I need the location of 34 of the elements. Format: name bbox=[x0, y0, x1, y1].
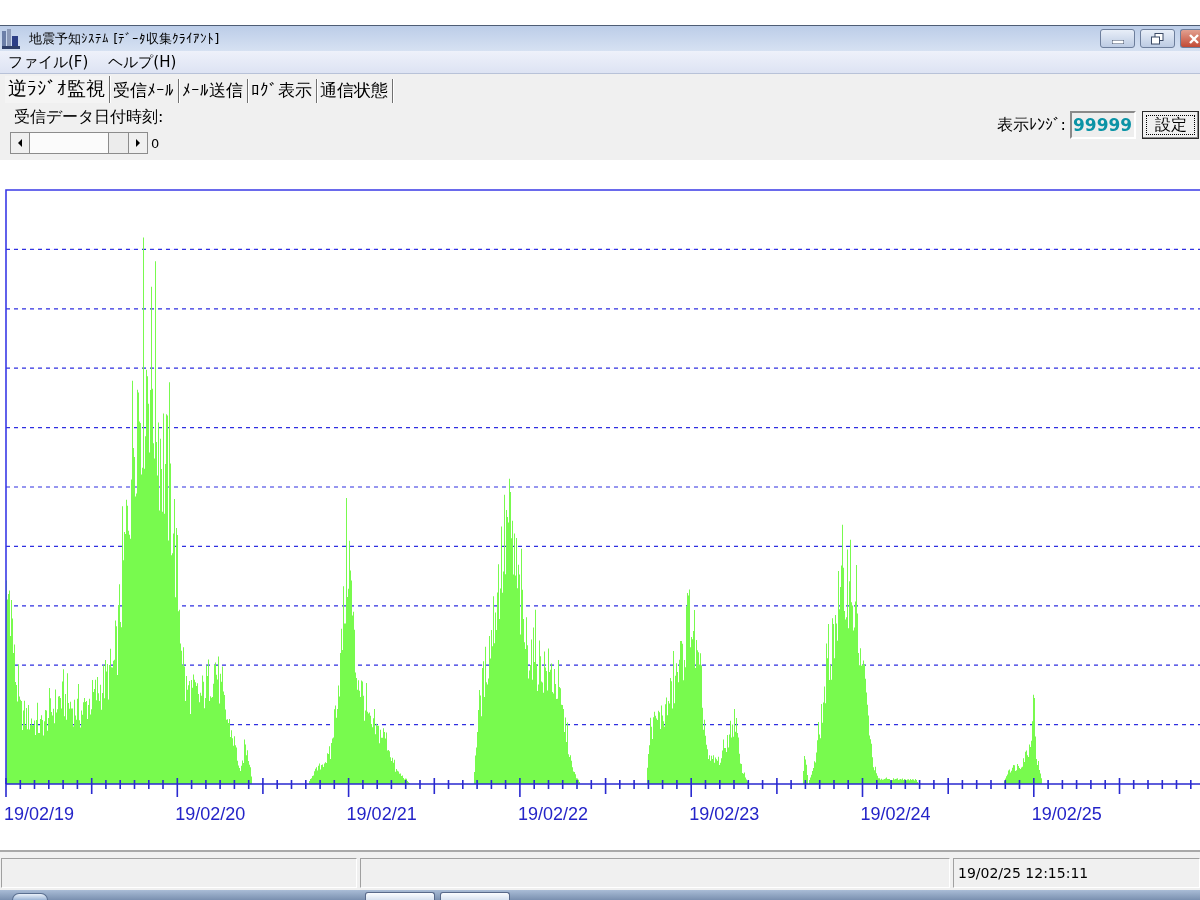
menu-item[interactable]: ファイル(F) bbox=[1, 52, 96, 72]
axis-date-label: 19/02/19 bbox=[4, 804, 75, 824]
start-button[interactable] bbox=[12, 893, 48, 900]
scrollbar-thumb[interactable] bbox=[108, 133, 128, 153]
axis-date-label: 19/02/23 bbox=[689, 804, 760, 824]
tab[interactable]: ﾛｸﾞ表示 bbox=[248, 79, 317, 103]
date-scrollbar[interactable] bbox=[10, 132, 148, 154]
axis-date-label: 19/02/20 bbox=[175, 804, 246, 824]
right-triangle-icon bbox=[136, 139, 140, 147]
axis-date-label: 19/02/22 bbox=[517, 804, 588, 824]
taskbar-button[interactable] bbox=[440, 892, 510, 900]
tab[interactable]: 通信状態 bbox=[317, 79, 393, 103]
close-icon bbox=[1189, 33, 1199, 44]
range-label: 表示ﾚﾝｼﾞ: bbox=[996, 114, 1066, 136]
date-label: 受信データ日付時刻: bbox=[14, 107, 164, 127]
minimize-icon bbox=[1111, 39, 1124, 44]
close-button[interactable] bbox=[1180, 29, 1200, 48]
tab[interactable]: ﾒｰﾙ送信 bbox=[179, 79, 248, 103]
tab[interactable]: 受信ﾒｰﾙ bbox=[110, 79, 179, 103]
restore-icon bbox=[1151, 32, 1164, 45]
scroll-value: 0 bbox=[151, 135, 160, 151]
restore-button[interactable] bbox=[1140, 29, 1175, 48]
axis-date-label: 19/02/24 bbox=[860, 804, 931, 824]
left-triangle-icon bbox=[18, 139, 22, 147]
window-title: 地震予知ｼｽﾃﾑ [ﾃﾞｰﾀ収集ｸﾗｲｱﾝﾄ] bbox=[29, 29, 220, 48]
set-button[interactable]: 設定 bbox=[1142, 111, 1199, 139]
tab[interactable]: 逆ﾗｼﾞｵ監視 bbox=[5, 76, 110, 103]
axis-date-label: 19/02/21 bbox=[346, 804, 417, 824]
status-datetime: 19/02/25 12:15:11 bbox=[953, 858, 1200, 888]
taskbar-button[interactable] bbox=[365, 892, 435, 900]
minimize-button[interactable] bbox=[1100, 29, 1135, 48]
app-icon bbox=[1, 27, 21, 50]
axis-date-label: 19/02/25 bbox=[1031, 804, 1102, 824]
menu-item[interactable]: ヘルプ(H) bbox=[101, 52, 184, 72]
